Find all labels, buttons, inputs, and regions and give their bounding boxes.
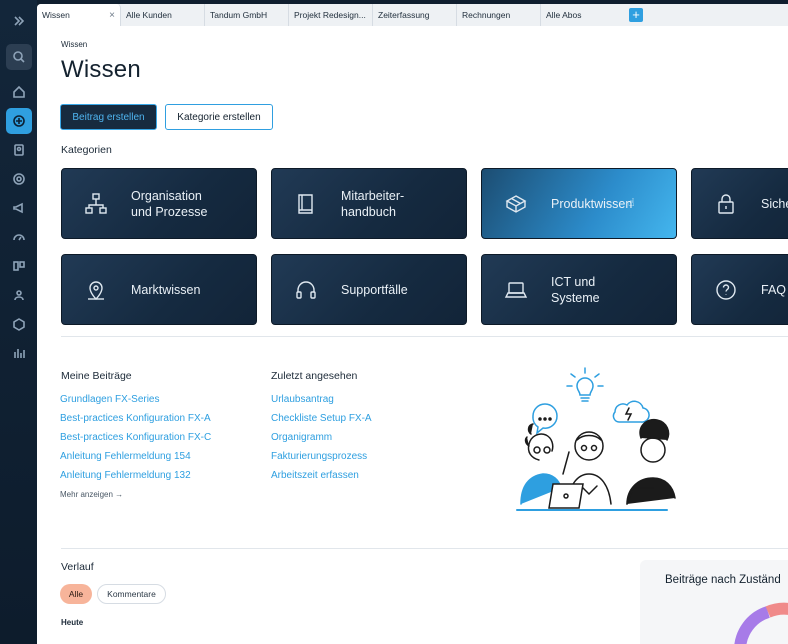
tab-alle-kunden[interactable]: Alle Kunden bbox=[121, 4, 205, 26]
target-icon[interactable] bbox=[6, 166, 32, 192]
category-card-sicherheit[interactable]: Sicherh bbox=[691, 168, 788, 239]
categories-heading: Kategorien bbox=[61, 144, 112, 156]
recent-link[interactable]: Checkliste Setup FX-A bbox=[271, 413, 372, 424]
category-card-faq[interactable]: FAQ bbox=[691, 254, 788, 325]
recently-viewed-heading: Zuletzt angesehen bbox=[271, 370, 358, 382]
divider bbox=[61, 548, 788, 549]
create-category-button[interactable]: Kategorie erstellen bbox=[165, 104, 273, 130]
package-icon[interactable] bbox=[6, 311, 32, 337]
question-icon bbox=[702, 278, 750, 302]
category-label: Marktwissen bbox=[131, 282, 201, 297]
breadcrumb: Wissen bbox=[61, 40, 88, 49]
location-pin-icon bbox=[72, 278, 120, 302]
tab-label: Zeiterfassung bbox=[378, 10, 430, 20]
search-icon[interactable] bbox=[6, 44, 32, 70]
tab-alle-abos[interactable]: Alle Abos bbox=[541, 4, 625, 26]
tab-label: Alle Kunden bbox=[126, 10, 172, 20]
my-post-link[interactable]: Best-practices Konfiguration FX-C bbox=[60, 432, 211, 443]
tab-zeiterfassung[interactable]: Zeiterfassung bbox=[373, 4, 457, 26]
pointer-cursor-icon: ☝ bbox=[628, 197, 635, 209]
team-icon[interactable] bbox=[6, 282, 32, 308]
donut-chart-icon bbox=[734, 602, 788, 644]
nav-rail bbox=[0, 0, 37, 644]
tab-label: Alle Abos bbox=[546, 10, 582, 20]
category-label: Organisation und Prozesse bbox=[131, 188, 208, 219]
team-illustration bbox=[516, 367, 676, 511]
board-icon[interactable] bbox=[6, 253, 32, 279]
my-posts-heading: Meine Beiträge bbox=[61, 370, 132, 382]
recent-link[interactable]: Urlaubsantrag bbox=[271, 394, 334, 405]
stats-panel: Beiträge nach Zuständ bbox=[640, 560, 788, 644]
my-post-link[interactable]: Anleitung Fehlermeldung 154 bbox=[60, 451, 191, 462]
create-post-button[interactable]: Beitrag erstellen bbox=[60, 104, 157, 130]
category-card-supportfaelle[interactable]: Supportfälle bbox=[271, 254, 467, 325]
tab-label: Tandum GmbH bbox=[210, 10, 268, 20]
hierarchy-icon bbox=[72, 192, 120, 216]
show-more-link[interactable]: Mehr anzeigen → bbox=[60, 490, 123, 499]
recent-link[interactable]: Organigramm bbox=[271, 432, 332, 443]
contacts-icon[interactable] bbox=[6, 137, 32, 163]
category-card-ict[interactable]: ICT und Systeme bbox=[481, 254, 677, 325]
knowledge-icon[interactable] bbox=[6, 108, 32, 134]
headset-icon bbox=[282, 278, 330, 302]
book-icon bbox=[282, 192, 330, 216]
close-icon[interactable]: × bbox=[109, 10, 115, 21]
recent-link[interactable]: Fakturierungsprozess bbox=[271, 451, 367, 462]
filter-comments-chip[interactable]: Kommentare bbox=[97, 584, 166, 604]
main-content: Wissen Wissen Beitrag erstellen Kategori… bbox=[37, 26, 788, 644]
category-label: Mitarbeiter- handbuch bbox=[341, 188, 405, 219]
tab-label: Rechnungen bbox=[462, 10, 511, 20]
category-card-marktwissen[interactable]: Marktwissen bbox=[61, 254, 257, 325]
add-tab-button[interactable]: + bbox=[629, 8, 643, 22]
my-post-link[interactable]: Grundlagen FX-Series bbox=[60, 394, 160, 405]
my-post-link[interactable]: Best-practices Konfiguration FX-A bbox=[60, 413, 211, 424]
box-icon bbox=[492, 192, 540, 216]
reports-icon[interactable] bbox=[6, 340, 32, 366]
laptop-icon bbox=[492, 278, 540, 302]
my-post-link[interactable]: Anleitung Fehlermeldung 132 bbox=[60, 470, 191, 481]
category-label: Supportfälle bbox=[341, 282, 408, 297]
tab-wissen[interactable]: Wissen × bbox=[37, 4, 121, 26]
tab-bar: Wissen × Alle Kunden Tandum GmbH Projekt… bbox=[37, 4, 788, 26]
tab-label: Projekt Redesign... bbox=[294, 10, 366, 20]
tab-tandum[interactable]: Tandum GmbH bbox=[205, 4, 289, 26]
divider bbox=[61, 336, 788, 337]
gauge-icon[interactable] bbox=[6, 224, 32, 250]
category-card-handbuch[interactable]: Mitarbeiter- handbuch bbox=[271, 168, 467, 239]
category-label: ICT und Systeme bbox=[551, 274, 600, 305]
page-title: Wissen bbox=[61, 56, 141, 83]
category-card-produktwissen[interactable]: Produktwissen ☝ bbox=[481, 168, 677, 239]
category-card-organisation[interactable]: Organisation und Prozesse bbox=[61, 168, 257, 239]
history-heading: Verlauf bbox=[61, 561, 94, 573]
category-label: FAQ bbox=[761, 282, 787, 297]
today-label: Heute bbox=[61, 618, 84, 627]
filter-all-chip[interactable]: Alle bbox=[60, 584, 92, 604]
recent-link[interactable]: Arbeitszeit erfassen bbox=[271, 470, 359, 481]
tab-rechnungen[interactable]: Rechnungen bbox=[457, 4, 541, 26]
category-label: Sicherh bbox=[761, 196, 788, 211]
lock-icon bbox=[702, 192, 750, 216]
tab-projekt[interactable]: Projekt Redesign... bbox=[289, 4, 373, 26]
home-icon[interactable] bbox=[6, 79, 32, 105]
megaphone-icon[interactable] bbox=[6, 195, 32, 221]
tab-label: Wissen bbox=[42, 10, 70, 20]
category-label: Produktwissen bbox=[551, 196, 633, 211]
stats-title: Beiträge nach Zuständ bbox=[665, 574, 781, 586]
expand-icon[interactable] bbox=[6, 8, 32, 34]
